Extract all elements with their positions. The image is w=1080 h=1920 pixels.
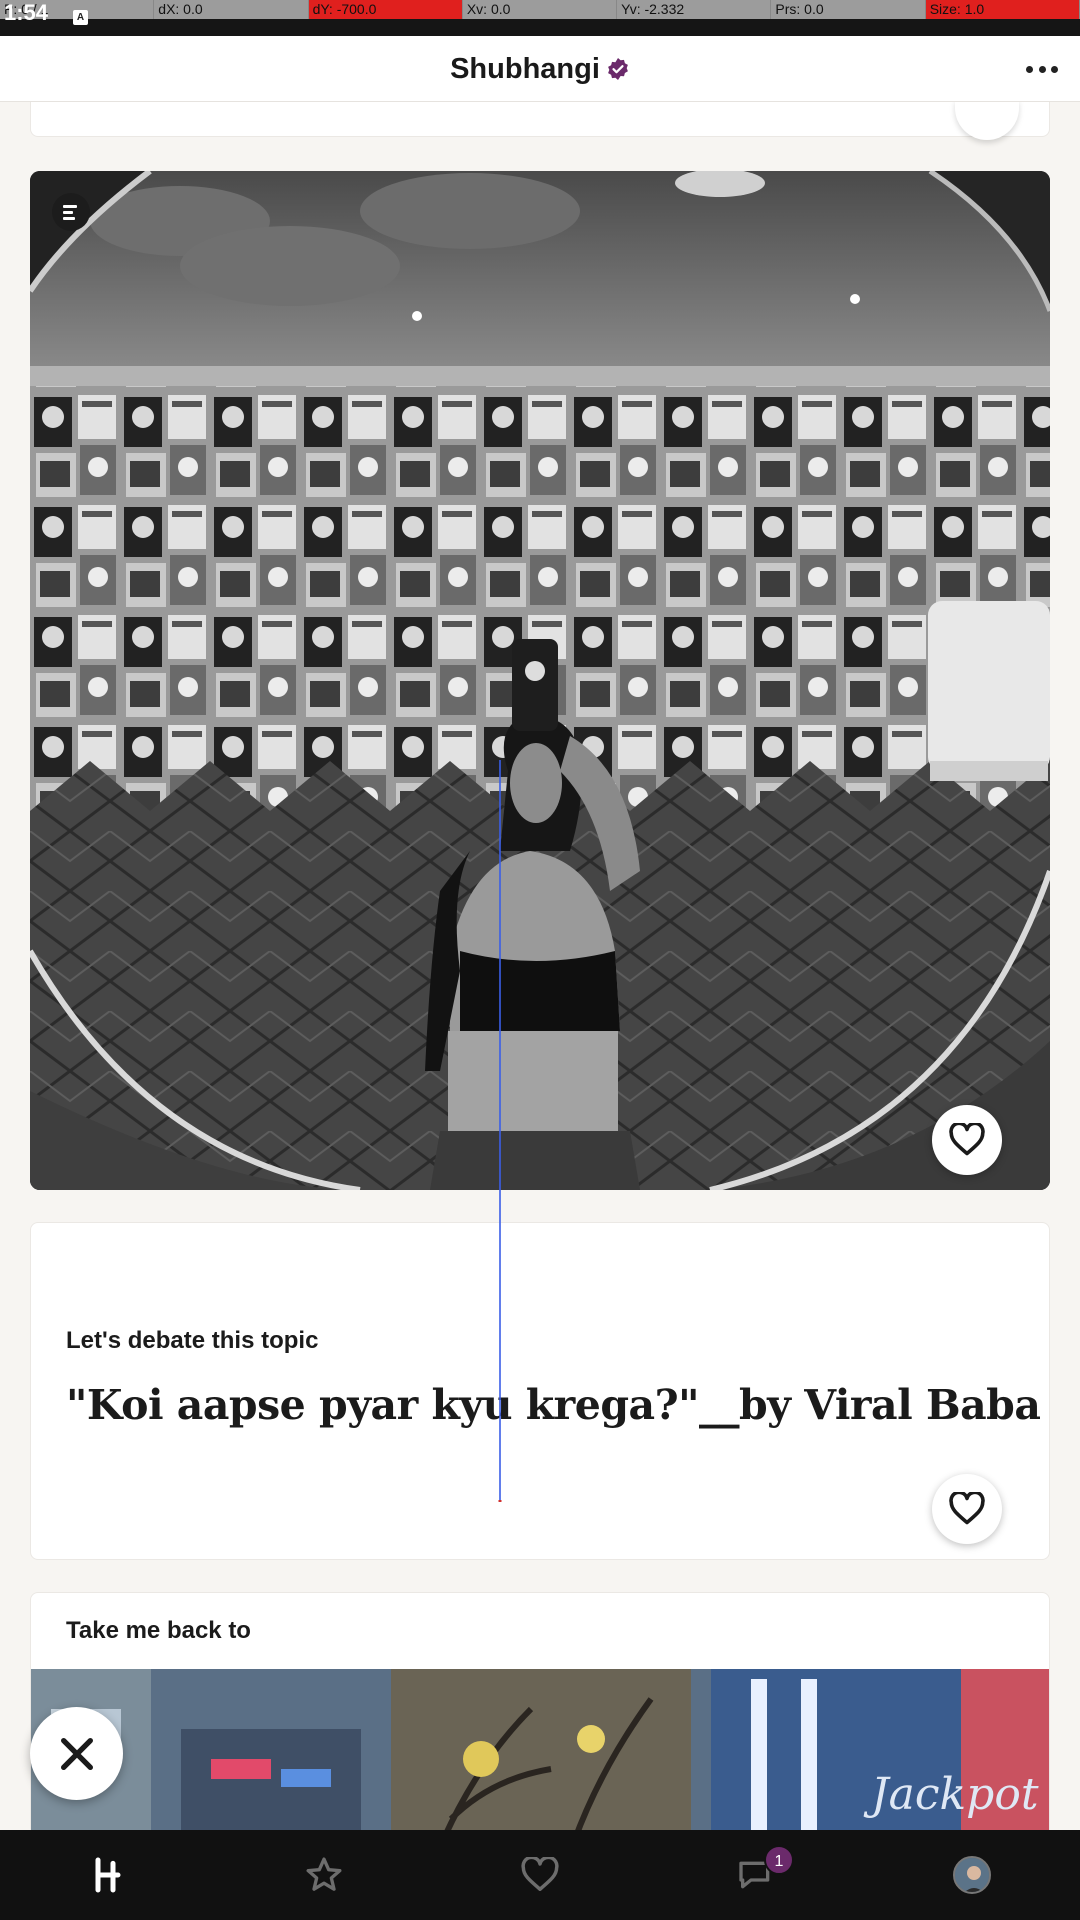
nav-home[interactable] <box>0 1830 216 1920</box>
overlay-yv: Yv: -2.332 <box>617 0 772 19</box>
dismiss-profile-button[interactable] <box>30 1707 123 1800</box>
notification-app-icon: A <box>73 10 88 25</box>
previous-like-button[interactable] <box>955 100 1019 140</box>
avatar-image <box>955 1858 989 1892</box>
more-options-button[interactable] <box>1022 54 1062 84</box>
caption-line <box>63 216 75 220</box>
overlay-pressure: Prs: 0.0 <box>771 0 926 19</box>
mirror-selfie-photo <box>30 171 1050 1190</box>
heart-outline-icon <box>949 1123 985 1156</box>
overlay-xv: Xv: 0.0 <box>462 0 618 19</box>
profile-header: Shubhangi <box>0 36 1080 102</box>
status-bar <box>0 19 1080 36</box>
more-dot <box>1038 65 1046 73</box>
prompt-card: Let's debate this topic "Koi aapse pyar … <box>30 1222 1050 1560</box>
profile-photo[interactable] <box>30 171 1050 1190</box>
messages-unread-badge: 1 <box>764 1845 794 1875</box>
next-prompt-question: Take me back to <box>66 1617 251 1644</box>
profile-name-row: Shubhangi <box>0 53 1080 86</box>
bottom-navigation <box>0 1830 1080 1920</box>
prompt-question: Let's debate this topic <box>66 1327 319 1354</box>
overlay-dx: dX: 0.0 <box>154 0 309 19</box>
heart-icon <box>521 1857 559 1891</box>
overlay-size: Size: 1.0 <box>925 0 1080 19</box>
close-icon <box>60 1737 93 1770</box>
profile-avatar <box>953 1856 991 1894</box>
more-horizontal-icon <box>1026 65 1033 73</box>
nav-likes[interactable] <box>432 1830 648 1920</box>
heart-outline-icon <box>949 1492 985 1525</box>
profile-name: Shubhangi <box>450 53 600 85</box>
photo-like-button[interactable] <box>932 1105 1002 1175</box>
photo-caption-icon[interactable] <box>52 193 90 231</box>
nav-messages[interactable] <box>648 1830 864 1920</box>
status-time: 1:54 <box>4 0 49 25</box>
caption-line <box>63 204 77 208</box>
more-dot <box>1051 65 1058 73</box>
app-screen: P: 0 / 1 dX: 0.0 dY: -700.0 Xv: 0.0 Yv: … <box>0 0 1080 1920</box>
nav-standouts[interactable] <box>216 1830 432 1920</box>
home-logo-icon <box>95 1857 121 1893</box>
caption-line <box>63 210 73 214</box>
pointer-location-overlay: P: 0 / 1 dX: 0.0 dY: -700.0 Xv: 0.0 Yv: … <box>0 0 1080 19</box>
star-icon <box>306 1857 342 1891</box>
prompt-like-button[interactable] <box>932 1474 1002 1544</box>
svg-text:Jackpot: Jackpot <box>863 1769 1039 1820</box>
prompt-answer: "Koi aapse pyar kyu krega?"__by Viral Ba… <box>66 1381 1041 1429</box>
nav-profile[interactable] <box>864 1830 1080 1920</box>
verified-badge-icon <box>608 58 628 80</box>
overlay-dy: dY: -700.0 <box>308 0 463 19</box>
